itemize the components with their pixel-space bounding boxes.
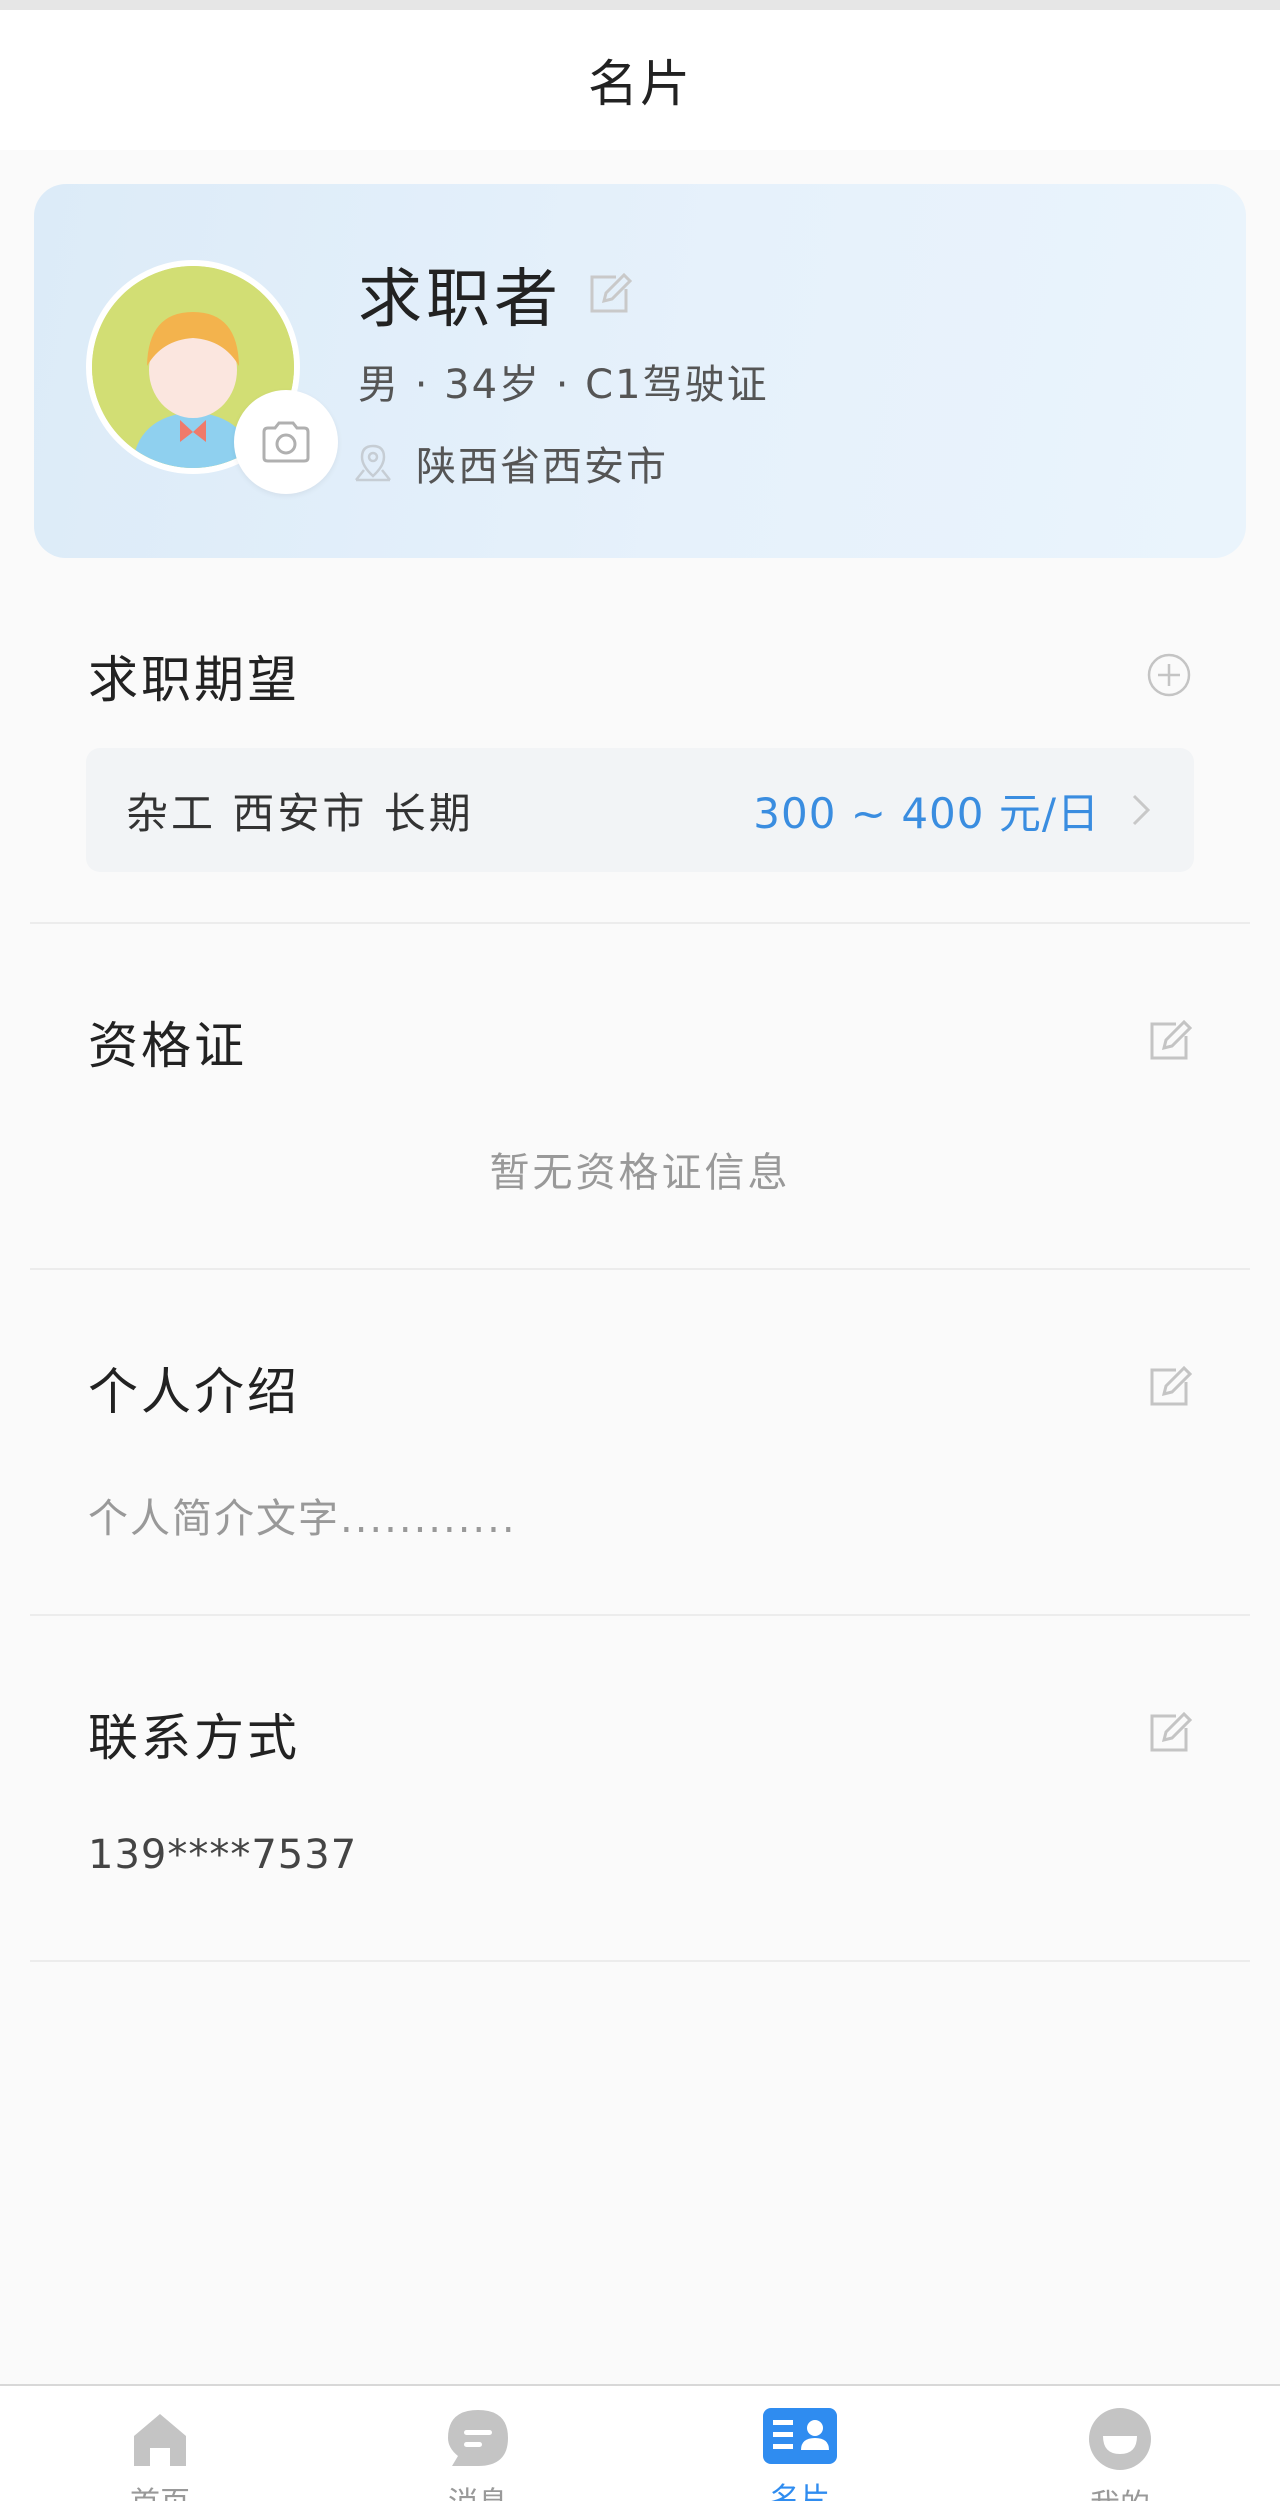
expectation-item[interactable]: 杂工 西安市 长期 300 ~ 400 元/日 <box>86 748 1194 872</box>
tab-card-label: 名片 <box>770 2482 830 2501</box>
profile-location-row: 陕西省西安市 <box>352 434 668 492</box>
edit-intro-icon[interactable] <box>1146 1364 1192 1410</box>
tab-profile[interactable]: 我的 <box>1060 2406 1180 2501</box>
divider <box>30 1268 1250 1270</box>
intro-text: 个人简介文字............ <box>88 1496 517 1542</box>
profile-name: 求职者 <box>358 263 562 337</box>
profile-name-row: 求职者 <box>358 248 632 340</box>
expectation-salary: 300 ~ 400 元/日 <box>753 788 1100 838</box>
page-title: 名片 <box>588 55 692 113</box>
bottom-tab-bar: 首页 消息 名片 我的 <box>0 2384 1280 2501</box>
title-bar: 名片 <box>0 10 1280 150</box>
page: 名片 求职者 男 · 34岁 · C1驾驶证 陕西省西安市 求职期望 杂工 西安… <box>0 0 1280 2501</box>
message-icon <box>448 2410 508 2466</box>
intro-title: 个人介绍 <box>88 1363 300 1421</box>
add-expectation-icon[interactable] <box>1146 652 1192 698</box>
profile-icon <box>1089 2408 1151 2470</box>
location-pin-icon <box>355 444 391 482</box>
status-strip <box>0 0 1280 10</box>
tab-profile-label: 我的 <box>1090 2480 1150 2501</box>
contact-phone: 139****7537 <box>88 1832 358 1878</box>
edit-certificate-icon[interactable] <box>1146 1018 1192 1064</box>
profile-location: 陕西省西安市 <box>416 444 668 490</box>
edit-name-icon[interactable] <box>586 271 632 317</box>
tab-messages[interactable]: 消息 <box>418 2406 538 2501</box>
chevron-right-icon <box>1132 794 1151 826</box>
card-icon <box>763 2408 837 2464</box>
profile-info: 男 · 34岁 · C1驾驶证 <box>358 362 769 408</box>
tab-home-label: 首页 <box>130 2478 190 2501</box>
contact-title: 联系方式 <box>88 1709 300 1767</box>
divider <box>30 1614 1250 1616</box>
tab-card[interactable]: 名片 <box>740 2406 860 2501</box>
change-avatar-button[interactable] <box>234 390 338 494</box>
edit-contact-icon[interactable] <box>1146 1710 1192 1756</box>
expectation-title: 求职期望 <box>88 651 300 709</box>
divider <box>30 922 1250 924</box>
tab-messages-label: 消息 <box>448 2478 508 2501</box>
camera-icon <box>262 421 310 463</box>
certificate-title: 资格证 <box>88 1017 247 1075</box>
expectation-text: 杂工 西安市 长期 <box>126 788 474 838</box>
home-icon <box>134 2414 186 2466</box>
avatar-container[interactable] <box>86 260 338 494</box>
divider <box>30 1960 1250 1962</box>
tab-home[interactable]: 首页 <box>100 2406 220 2501</box>
certificate-empty-text: 暂无资格证信息 <box>489 1150 791 1196</box>
